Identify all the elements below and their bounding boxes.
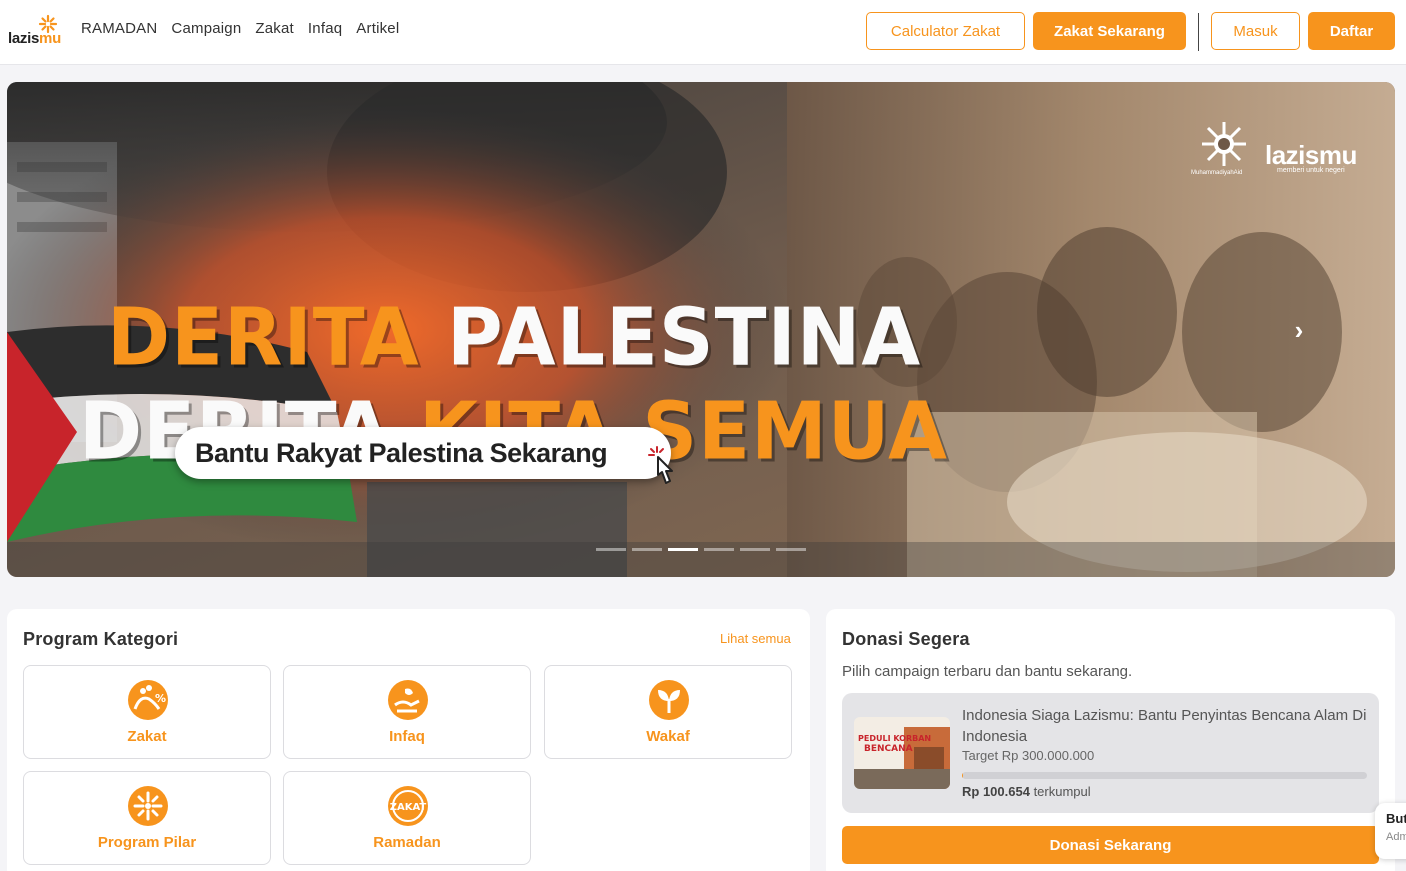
infaq-icon [388,680,428,720]
category-tile-ramadan[interactable]: ZAKAT Ramadan [283,771,531,865]
program-pilar-icon [128,786,168,826]
zakat-sekarang-button[interactable]: Zakat Sekarang [1033,12,1186,50]
program-category-card: Program Kategori Lihat semua % Zakat Inf… [7,609,810,871]
carousel-next-icon[interactable]: › [1287,315,1311,345]
carousel-dot[interactable] [740,548,770,551]
carousel-dot[interactable] [704,548,734,551]
category-tile-zakat[interactable]: % Zakat [23,665,271,759]
logo-text: lazismu [8,30,61,47]
calculator-zakat-button[interactable]: Calculator Zakat [866,12,1025,50]
top-header: lazismu RAMADAN Campaign Zakat Infaq Art… [0,0,1406,65]
hero-cta-button[interactable]: Bantu Rakyat Palestina Sekarang [175,427,671,479]
carousel-dot[interactable] [776,548,806,551]
main-nav: RAMADAN Campaign Zakat Infaq Artikel [81,20,413,37]
header-divider [1198,13,1199,51]
category-tile-program-pilar[interactable]: Program Pilar [23,771,271,865]
nav-campaign[interactable]: Campaign [171,20,241,37]
chat-widget-subtitle: Adm [1386,831,1406,843]
chat-widget[interactable]: But Adm [1375,803,1406,859]
chat-widget-title: But [1386,811,1406,826]
wakaf-icon [649,680,689,720]
campaign-thumbnail: PEDULI KORBAN BENCANA [854,717,950,789]
category-label: Wakaf [646,728,690,745]
register-button[interactable]: Daftar [1308,12,1395,50]
campaign-title[interactable]: Indonesia Siaga Lazismu: Bantu Penyintas… [962,705,1372,747]
category-tile-wakaf[interactable]: Wakaf [544,665,792,759]
campaign-raised: Rp 100.654 terkumpul [962,784,1091,799]
pointer-hand-icon [648,446,673,484]
nav-zakat[interactable]: Zakat [255,20,294,37]
category-label: Zakat [127,728,167,745]
svg-text:ZAKAT: ZAKAT [390,802,427,813]
ramadan-icon: ZAKAT [388,786,428,826]
hero-banner[interactable]: DERITA PALESTINA DERITA KITA SEMUA Bantu… [7,82,1395,577]
brand-logo[interactable]: lazismu [8,14,61,48]
carousel-dot[interactable] [596,548,626,551]
see-all-link[interactable]: Lihat semua [720,631,791,646]
carousel-indicators [596,548,806,551]
category-label: Infaq [389,728,425,745]
hero-partner-logos: MuhammadiyahAid lazismu memberi untuk ne… [1191,120,1361,180]
campaign-card[interactable]: PEDULI KORBAN BENCANA Indonesia Siaga La… [842,693,1379,813]
nav-ramadan[interactable]: RAMADAN [81,20,157,37]
muhammadiyah-aid-tag: MuhammadiyahAid [1191,170,1243,176]
nav-artikel[interactable]: Artikel [356,20,399,37]
hero-headline-line1: DERITA PALESTINA [107,289,922,384]
campaign-thumb-text-2: BENCANA [864,744,913,754]
zakat-icon: % [128,680,168,720]
donasi-segera-title: Donasi Segera [842,629,970,649]
category-tile-infaq[interactable]: Infaq [283,665,531,759]
login-button[interactable]: Masuk [1211,12,1300,50]
category-label: Program Pilar [97,834,197,851]
svg-text:%: % [155,692,166,705]
donasi-sekarang-button[interactable]: Donasi Sekarang [842,826,1379,864]
program-category-title: Program Kategori [23,629,179,649]
campaign-target: Target Rp 300.000.000 [962,748,1095,763]
donasi-segera-card: Donasi Segera Pilih campaign terbaru dan… [826,609,1395,871]
carousel-dot[interactable] [632,548,662,551]
nav-infaq[interactable]: Infaq [308,20,342,37]
campaign-thumb-text-1: PEDULI KORBAN [858,734,931,743]
carousel-dot-active[interactable] [668,548,698,551]
lazismu-logo-tagline: memberi untuk negeri [1277,167,1345,174]
donasi-subtitle: Pilih campaign terbaru dan bantu sekaran… [842,663,1133,680]
category-label: Ramadan [373,834,441,851]
campaign-progress-bar [962,772,1367,779]
